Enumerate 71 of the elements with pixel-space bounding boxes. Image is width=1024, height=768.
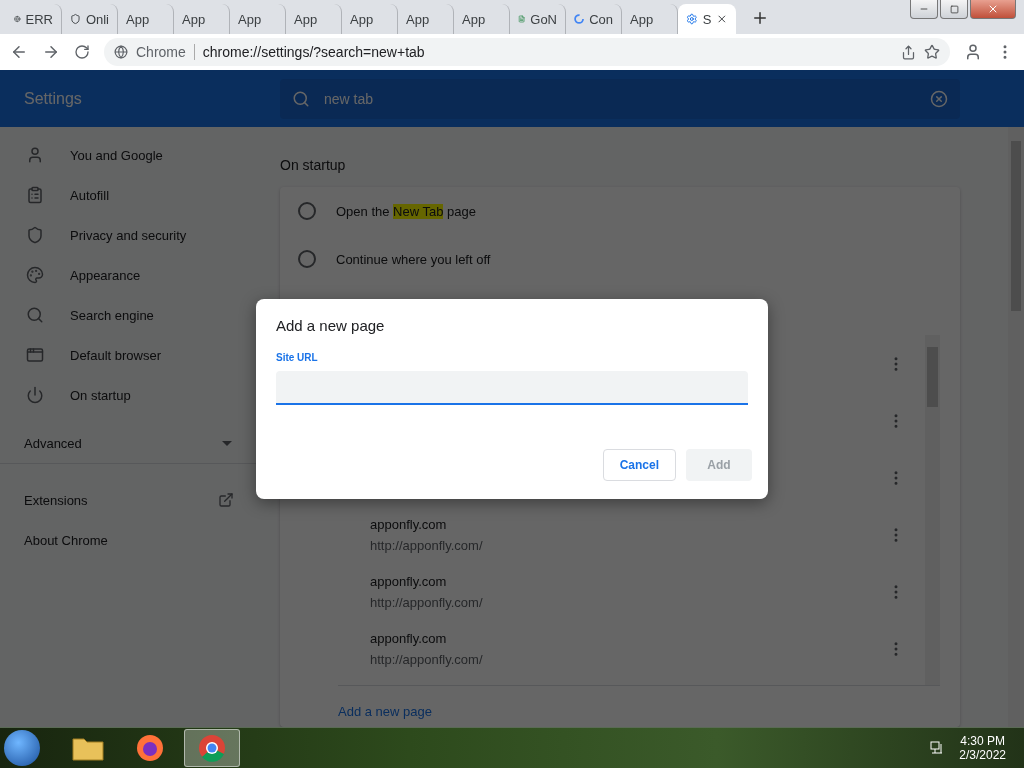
- page-url: http://apponfly.com/: [370, 594, 484, 610]
- settings-icon: [686, 12, 698, 26]
- close-icon: [716, 12, 728, 26]
- start-button[interactable]: [4, 730, 40, 766]
- option-label: Open the New Tab page: [336, 203, 476, 219]
- option-label: Continue where you left off: [336, 251, 491, 267]
- clipboard-icon: [26, 186, 44, 204]
- close-button[interactable]: [970, 0, 1016, 19]
- clear-search-icon[interactable]: [930, 89, 948, 108]
- tab-title: S: [702, 11, 712, 27]
- search-value: new tab: [324, 90, 375, 107]
- tab-title: App: [294, 11, 318, 27]
- firefox-icon: [135, 733, 165, 763]
- settings-title: Settings: [24, 89, 83, 108]
- page-url: http://apponfly.com/: [370, 537, 484, 553]
- advanced-label: Advanced: [24, 435, 82, 451]
- sidebar-link-label: Extensions: [24, 492, 88, 508]
- page-url: http://apponfly.com/: [370, 651, 484, 667]
- palette-icon: [26, 266, 44, 284]
- bookmark-star-icon[interactable]: [924, 44, 940, 60]
- url-text: chrome://settings/?search=new+tab: [202, 44, 425, 60]
- tab-title: Con: [589, 11, 613, 27]
- reload-icon[interactable]: [74, 44, 90, 60]
- dialog-button[interactable]: Cancel: [602, 449, 676, 481]
- page-name: apponfly.com: [370, 630, 448, 646]
- shield-icon: [26, 226, 44, 244]
- dialog-title: Add a new page: [276, 317, 386, 334]
- address-bar[interactable]: Chrome chrome://settings/?search=new+tab: [104, 38, 950, 66]
- tab-title: Onli: [85, 11, 109, 27]
- chrome-icon: [197, 733, 227, 763]
- search-icon: [292, 89, 310, 108]
- date-text: 2/3/2022: [959, 748, 1006, 762]
- plus-icon: [751, 9, 769, 27]
- forward-icon[interactable]: [42, 43, 60, 61]
- browser-tab[interactable]: S: [678, 4, 736, 34]
- field-label: Site URL: [276, 352, 319, 363]
- back-icon[interactable]: [10, 43, 28, 61]
- share-icon[interactable]: [901, 44, 916, 60]
- page-name: apponfly.com: [370, 573, 448, 589]
- tab-title: App: [462, 11, 486, 27]
- site-info-icon[interactable]: [114, 45, 128, 59]
- person-icon: [26, 146, 44, 164]
- radio-button[interactable]: [298, 250, 316, 268]
- site-label: Chrome: [136, 44, 195, 60]
- tab-title: App: [182, 11, 206, 27]
- g-logo-icon: [574, 12, 585, 26]
- section-heading: On startup: [280, 157, 347, 173]
- search-icon: [26, 306, 44, 324]
- clock[interactable]: 4:30 PM 2/3/2022: [959, 734, 1006, 762]
- page-name: apponfly.com: [370, 516, 448, 532]
- radio-button[interactable]: [298, 202, 316, 220]
- browser-window-icon: [26, 346, 44, 364]
- tab-title: App: [630, 11, 654, 27]
- profile-icon[interactable]: [964, 43, 982, 61]
- tab-title: App: [350, 11, 374, 27]
- document-icon: [518, 12, 526, 26]
- minimize-button[interactable]: [910, 0, 938, 19]
- tab-title: GoN: [530, 11, 557, 27]
- tab-title: App: [238, 11, 262, 27]
- restore-icon: [949, 4, 959, 14]
- tab-title: App: [406, 11, 430, 27]
- restore-button[interactable]: [940, 0, 968, 19]
- site-url-field[interactable]: [276, 371, 748, 405]
- folder-icon: [72, 735, 104, 761]
- shield-icon: [70, 12, 81, 26]
- close-icon: [987, 3, 999, 15]
- tab-title: ERR: [25, 11, 53, 27]
- power-icon: [26, 386, 44, 404]
- sidebar-link-label: About Chrome: [24, 532, 108, 548]
- tab-title: App: [126, 11, 150, 27]
- time-text: 4:30 PM: [960, 734, 1005, 748]
